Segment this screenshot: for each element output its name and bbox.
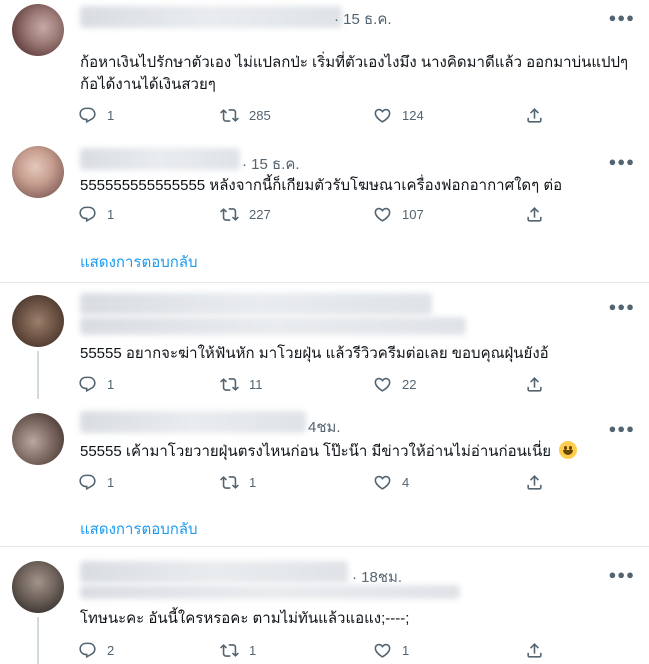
blurred-username bbox=[80, 293, 432, 315]
avatar[interactable] bbox=[12, 561, 64, 613]
retweet-icon bbox=[220, 644, 239, 657]
more-options-button[interactable]: ●●● bbox=[608, 299, 635, 314]
more-options-button[interactable]: ●●● bbox=[608, 421, 635, 436]
tweet-5[interactable]: · 18ชม. ●●● โทษนะคะ อันนี้ใครหรอคะ ตามไม… bbox=[0, 547, 649, 664]
reply-icon bbox=[79, 474, 96, 491]
heart-icon bbox=[374, 108, 391, 123]
share-icon bbox=[527, 377, 542, 392]
share-icon bbox=[527, 475, 542, 490]
retweet-icon bbox=[220, 476, 239, 489]
tweet-text: 55555 อยากจะฆ่าให้ฟันหัก มาโวยฝุ่น แล้วร… bbox=[80, 345, 549, 362]
blurred-username bbox=[80, 6, 342, 28]
timestamp[interactable]: · 15 ธ.ค. bbox=[242, 152, 300, 176]
retweet-button[interactable]: 1 bbox=[220, 641, 256, 660]
reply-button[interactable]: 1 bbox=[78, 106, 114, 125]
avatar[interactable] bbox=[12, 4, 64, 56]
tweet-text: 55555 เค้ามาโวยวายฝุ่นตรงไหนก่อน โป๊ะน๊า… bbox=[80, 441, 640, 463]
tweet-text: 555555555555555 หลังจากนี้ก็เกียมตัวรับโ… bbox=[80, 177, 563, 194]
blurred-username bbox=[80, 561, 348, 583]
more-options-button[interactable]: ●●● bbox=[608, 567, 635, 582]
tweet-2[interactable]: · 15 ธ.ค. ●●● 555555555555555 หลังจากนี้… bbox=[0, 142, 649, 282]
tweet-3[interactable]: ●●● 55555 อยากจะฆ่าให้ฟันหัก มาโวยฝุ่น แ… bbox=[0, 283, 649, 405]
reply-icon bbox=[79, 206, 96, 223]
like-button[interactable]: 22 bbox=[373, 375, 416, 394]
retweet-icon bbox=[220, 109, 239, 122]
show-replies-link[interactable]: แสดงการตอบกลับ bbox=[80, 517, 198, 541]
blurred-username bbox=[80, 148, 240, 170]
reply-button[interactable]: 1 bbox=[78, 375, 114, 394]
reply-icon bbox=[79, 642, 96, 659]
retweet-icon bbox=[220, 378, 239, 391]
tweet-text: ก้อหาเงินไปรักษาตัวเอง ไม่แปลกป่ะ เริ่มท… bbox=[80, 54, 629, 93]
share-icon bbox=[527, 207, 542, 222]
share-button[interactable] bbox=[525, 641, 544, 660]
retweet-button[interactable]: 285 bbox=[220, 106, 271, 125]
share-icon bbox=[527, 643, 542, 658]
reply-button[interactable]: 1 bbox=[78, 205, 114, 224]
like-button[interactable]: 124 bbox=[373, 106, 424, 125]
thread-connector bbox=[37, 617, 39, 664]
avatar[interactable] bbox=[12, 295, 64, 347]
share-button[interactable] bbox=[525, 106, 544, 125]
heart-icon bbox=[374, 475, 391, 490]
grinning-face-emoji bbox=[559, 441, 578, 459]
blurred-username bbox=[80, 411, 306, 433]
timestamp[interactable]: · 15 ธ.ค. bbox=[334, 7, 392, 31]
tweet-4[interactable]: 4ชม. ●●● 55555 เค้ามาโวยวายฝุ่นตรงไหนก่อ… bbox=[0, 405, 649, 545]
share-button[interactable] bbox=[525, 205, 544, 224]
avatar[interactable] bbox=[12, 413, 64, 465]
more-options-button[interactable]: ●●● bbox=[608, 154, 635, 169]
tweet-1[interactable]: · 15 ธ.ค. ●●● ก้อหาเงินไปรักษาตัวเอง ไม่… bbox=[0, 0, 649, 142]
retweet-button[interactable]: 11 bbox=[220, 375, 263, 394]
thread-connector bbox=[37, 351, 39, 399]
heart-icon bbox=[374, 377, 391, 392]
like-button[interactable]: 107 bbox=[373, 205, 424, 224]
tweet-text: โทษนะคะ อันนี้ใครหรอคะ ตามไม่ทันแล้วแอแง… bbox=[80, 610, 410, 627]
share-button[interactable] bbox=[525, 473, 544, 492]
like-button[interactable]: 1 bbox=[373, 641, 409, 660]
reply-icon bbox=[79, 376, 96, 393]
share-icon bbox=[527, 108, 542, 123]
blurred-handle bbox=[80, 585, 460, 599]
reply-button[interactable]: 2 bbox=[78, 641, 114, 660]
tweet-text-content: 55555 เค้ามาโวยวายฝุ่นตรงไหนก่อน โป๊ะน๊า… bbox=[80, 443, 552, 460]
blurred-handle bbox=[80, 317, 466, 335]
show-replies-link[interactable]: แสดงการตอบกลับ bbox=[80, 250, 198, 274]
reply-icon bbox=[79, 107, 96, 124]
retweet-button[interactable]: 1 bbox=[220, 473, 256, 492]
more-options-button[interactable]: ●●● bbox=[608, 10, 635, 25]
timestamp[interactable]: 4ชม. bbox=[308, 415, 341, 439]
heart-icon bbox=[374, 207, 391, 222]
avatar[interactable] bbox=[12, 146, 64, 198]
share-button[interactable] bbox=[525, 375, 544, 394]
like-button[interactable]: 4 bbox=[373, 473, 409, 492]
retweet-button[interactable]: 227 bbox=[220, 205, 271, 224]
reply-button[interactable]: 1 bbox=[78, 473, 114, 492]
retweet-icon bbox=[220, 208, 239, 221]
heart-icon bbox=[374, 643, 391, 658]
